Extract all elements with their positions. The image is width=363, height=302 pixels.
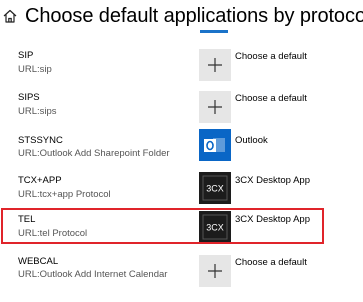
protocol-row-webcal: WEBCAL URL:Outlook Add Internet Calendar…	[0, 252, 363, 302]
app-label: Choose a default	[235, 93, 307, 104]
protocol-description: URL:tcx+app Protocol	[18, 189, 111, 200]
protocol-name: TCX+APP	[18, 175, 62, 186]
outlook-icon	[199, 129, 231, 161]
protocol-name: STSSYNC	[18, 135, 63, 146]
choose-default-button[interactable]	[199, 255, 231, 287]
app-label: 3CX Desktop App	[235, 175, 310, 186]
page-title: Choose default applications by protocol	[25, 5, 363, 27]
choose-default-button[interactable]	[199, 49, 231, 81]
home-icon[interactable]	[2, 8, 18, 24]
protocol-description: URL:Outlook Add Internet Calendar	[18, 269, 168, 280]
protocol-description: URL:Outlook Add Sharepoint Folder	[18, 148, 170, 159]
app-label: Choose a default	[235, 51, 307, 62]
3cx-icon-text: 3CX	[206, 184, 224, 194]
highlight-box	[1, 208, 324, 244]
protocol-name: WEBCAL	[18, 256, 59, 267]
protocol-name: SIPS	[18, 92, 40, 103]
3cx-app-button[interactable]: 3CX	[199, 172, 231, 204]
protocol-description: URL:sip	[18, 64, 52, 75]
outlook-app-button[interactable]	[199, 129, 231, 161]
protocol-description: URL:sips	[18, 106, 57, 117]
plus-icon	[199, 255, 231, 287]
3cx-icon: 3CX	[199, 172, 231, 204]
header: Choose default applications by protocol	[0, 0, 363, 32]
previous-app-tile-edge	[200, 30, 228, 33]
protocol-name: SIP	[18, 50, 34, 61]
plus-icon	[199, 49, 231, 81]
plus-icon	[199, 91, 231, 123]
app-label: Choose a default	[235, 257, 307, 268]
choose-default-button[interactable]	[199, 91, 231, 123]
app-label: Outlook	[235, 135, 268, 146]
